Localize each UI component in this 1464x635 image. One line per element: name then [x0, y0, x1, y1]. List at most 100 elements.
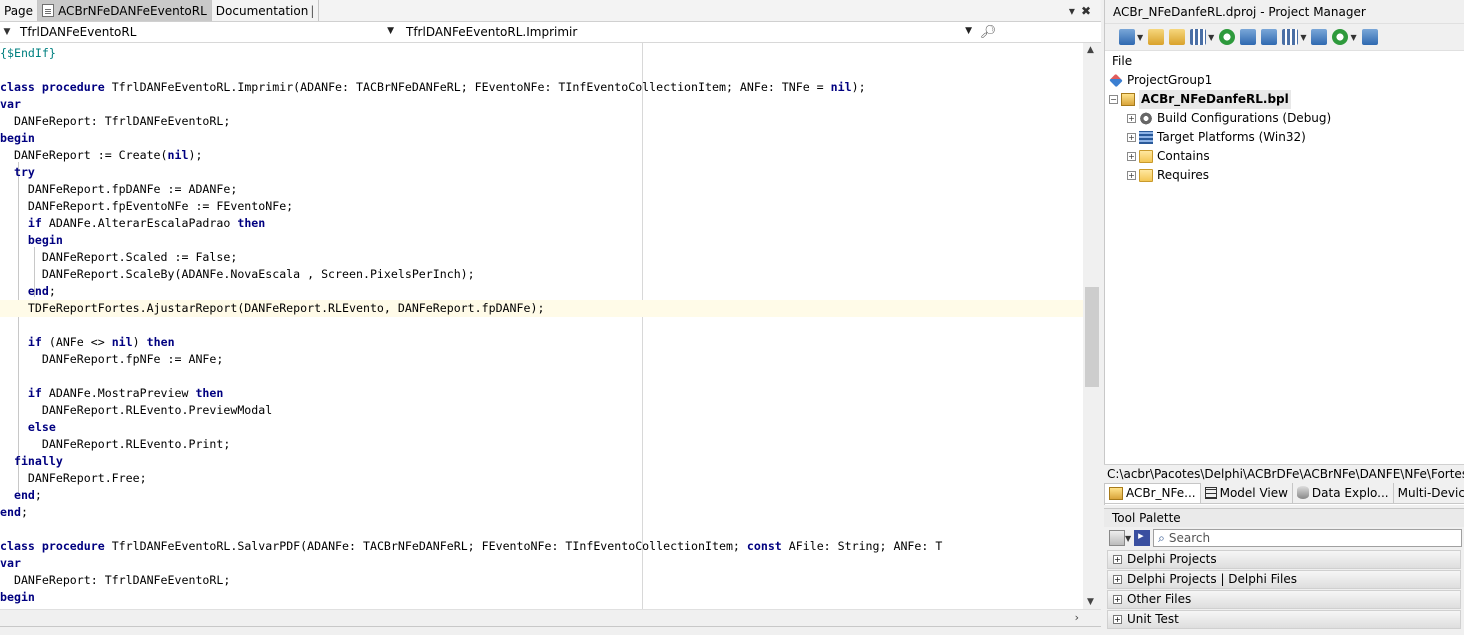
package-icon: [1109, 486, 1123, 500]
scroll-right-icon[interactable]: ›: [1075, 611, 1079, 624]
code-line[interactable]: class procedure TfrlDANFeEventoRL.Salvar…: [0, 538, 1083, 555]
tree-item-projectgroup[interactable]: ProjectGroup1: [1105, 71, 1464, 90]
pointer-icon[interactable]: [1134, 529, 1151, 546]
code-line[interactable]: end;: [0, 487, 1083, 504]
code-line[interactable]: DANFeReport.RLEvento.PreviewModal: [0, 402, 1083, 419]
tab-documentation[interactable]: Documentation |: [212, 0, 320, 21]
collapse-icon[interactable]: −: [1109, 95, 1118, 104]
code-line[interactable]: DANFeReport: TfrlDANFeEventoRL;: [0, 113, 1083, 130]
code-line[interactable]: try: [0, 164, 1083, 181]
scroll-thumb[interactable]: [1085, 287, 1099, 387]
chevron-down-icon[interactable]: ▼: [0, 27, 14, 37]
code-line[interactable]: end;: [0, 283, 1083, 300]
code-line[interactable]: DANFeReport.Free;: [0, 470, 1083, 487]
categories-icon[interactable]: [1109, 530, 1125, 546]
code-line[interactable]: var: [0, 555, 1083, 572]
expand-icon[interactable]: +: [1127, 152, 1136, 161]
chevron-down-icon[interactable]: ▼: [1300, 33, 1306, 42]
close-tab-icon[interactable]: ✖: [1081, 4, 1091, 18]
activate-icon[interactable]: [1332, 29, 1349, 45]
tool-palette-search-input[interactable]: ⌕ Search: [1153, 529, 1462, 547]
chevron-down-icon[interactable]: ▼: [1125, 534, 1131, 543]
ide-window: Page ACBrNFeDANFeEventoRL Documentation |…: [0, 0, 1464, 635]
tree-item-package[interactable]: − ACBr_NFeDanfeRL.bpl: [1105, 90, 1464, 109]
expand-icon[interactable]: +: [1127, 171, 1136, 180]
horizontal-scrollbar[interactable]: ›: [0, 609, 1101, 626]
code-line[interactable]: DANFeReport.ScaleBy(ADANFe.NovaEscala , …: [0, 266, 1083, 283]
code-line[interactable]: if (ANFe <> nil) then: [0, 334, 1083, 351]
code-line[interactable]: end;: [0, 504, 1083, 521]
code-line[interactable]: if ADANFe.MostraPreview then: [0, 385, 1083, 402]
tab-model-view[interactable]: Model View: [1201, 482, 1293, 503]
chevron-down-icon[interactable]: ▼: [1350, 33, 1356, 42]
tree-item-contains[interactable]: + Contains: [1105, 147, 1464, 166]
search-icon[interactable]: 🔎︎: [978, 25, 998, 40]
tab-page[interactable]: Page: [0, 0, 39, 21]
code-line[interactable]: begin: [0, 589, 1083, 606]
expand-icon[interactable]: +: [1113, 575, 1122, 584]
code-line[interactable]: DANFeReport: TfrlDANFeEventoRL;: [0, 572, 1083, 589]
code-line[interactable]: [0, 62, 1083, 79]
code-line[interactable]: {$EndIf}: [0, 45, 1083, 62]
chevron-down-icon[interactable]: ▼: [1208, 33, 1214, 42]
code-line[interactable]: TDFeReportFortes.AjustarReport(DANFeRepo…: [0, 300, 1083, 317]
tree-item-requires[interactable]: + Requires: [1105, 166, 1464, 185]
code-line[interactable]: else: [0, 419, 1083, 436]
palette-category[interactable]: + Delphi Projects | Delphi Files: [1107, 570, 1461, 589]
code-line[interactable]: if ADANFe.AlterarEscalaPadrao then: [0, 215, 1083, 232]
palette-category[interactable]: + Other Files: [1107, 590, 1461, 609]
folder-icon: [1139, 169, 1153, 182]
add-file-icon[interactable]: [1148, 29, 1165, 45]
palette-category[interactable]: + Unit Test: [1107, 610, 1461, 629]
tab-multi-device[interactable]: Multi-Device: [1394, 483, 1464, 503]
list-icon[interactable]: [1282, 29, 1299, 45]
build-icon[interactable]: [1311, 29, 1328, 45]
project-manager-file-menu[interactable]: File: [1105, 51, 1464, 71]
tab-acbrnfedanfeeventorl[interactable]: ACBrNFeDANFeEventoRL: [38, 0, 212, 21]
code-line[interactable]: begin: [0, 130, 1083, 147]
tab-label: Documentation: [215, 3, 309, 18]
code-line[interactable]: DANFeReport.fpNFe := ANFe;: [0, 351, 1083, 368]
expand-icon[interactable]: +: [1113, 555, 1122, 564]
expand-icon[interactable]: +: [1113, 595, 1122, 604]
tab-list-dropdown-icon[interactable]: ▾: [1069, 4, 1075, 18]
tab-data-explorer[interactable]: Data Explo...: [1293, 482, 1394, 503]
code-line[interactable]: class procedure TfrlDANFeEventoRL.Imprim…: [0, 79, 1083, 96]
chevron-down-icon[interactable]: ▼: [965, 26, 972, 36]
code-line[interactable]: var: [0, 96, 1083, 113]
expand-icon[interactable]: +: [1113, 615, 1122, 624]
project-path: C:\acbr\Pacotes\Delphi\ACBrDFe\ACBrNFe\D…: [1104, 464, 1464, 482]
code-line[interactable]: [0, 521, 1083, 538]
code-line[interactable]: DANFeReport.RLEvento.Print;: [0, 436, 1083, 453]
tab-project-manager[interactable]: ACBr_NFe...: [1104, 482, 1201, 503]
collapse-icon[interactable]: [1240, 29, 1257, 45]
tree-item-build-configurations[interactable]: + Build Configurations (Debug): [1105, 109, 1464, 128]
code-line[interactable]: finally: [0, 453, 1083, 470]
code-line[interactable]: DANFeReport.fpDANFe := ADANFe;: [0, 181, 1083, 198]
new-item-icon[interactable]: [1119, 29, 1135, 45]
chevron-down-icon[interactable]: ▼: [1137, 33, 1143, 42]
code-line[interactable]: DANFeReport.fpEventoNFe := FEventoNFe;: [0, 198, 1083, 215]
view-icon[interactable]: [1190, 29, 1207, 45]
chevron-down-icon[interactable]: ▼: [387, 26, 394, 36]
code-line[interactable]: begin: [0, 232, 1083, 249]
code-line[interactable]: [0, 368, 1083, 385]
project-tree: ProjectGroup1 − ACBr_NFeDanfeRL.bpl + Bu…: [1105, 71, 1464, 185]
code-area[interactable]: {$EndIf} class procedure TfrlDANFeEventoR…: [0, 43, 1083, 609]
open-folder-icon[interactable]: [1169, 29, 1186, 45]
tree-item-target-platforms[interactable]: + Target Platforms (Win32): [1105, 128, 1464, 147]
sync-icon[interactable]: [1219, 29, 1236, 45]
palette-category[interactable]: + Delphi Projects: [1107, 550, 1461, 569]
code-line[interactable]: [0, 317, 1083, 334]
scroll-up-icon[interactable]: ▲: [1087, 45, 1094, 55]
expand-icon[interactable]: [1261, 29, 1278, 45]
scroll-down-icon[interactable]: ▼: [1087, 597, 1094, 607]
code-line[interactable]: DANFeReport := Create(nil);: [0, 147, 1083, 164]
expand-icon[interactable]: +: [1127, 114, 1136, 123]
vertical-scrollbar[interactable]: ▲ ▼: [1083, 43, 1101, 609]
code-line[interactable]: DANFeReport.Scaled := False;: [0, 249, 1083, 266]
method-combo[interactable]: TfrlDANFeEventoRL.Imprimir ▼: [400, 22, 978, 42]
expand-icon[interactable]: +: [1127, 133, 1136, 142]
class-combo[interactable]: TfrlDANFeEventoRL ▼: [14, 22, 400, 42]
more-icon[interactable]: [1361, 29, 1378, 45]
